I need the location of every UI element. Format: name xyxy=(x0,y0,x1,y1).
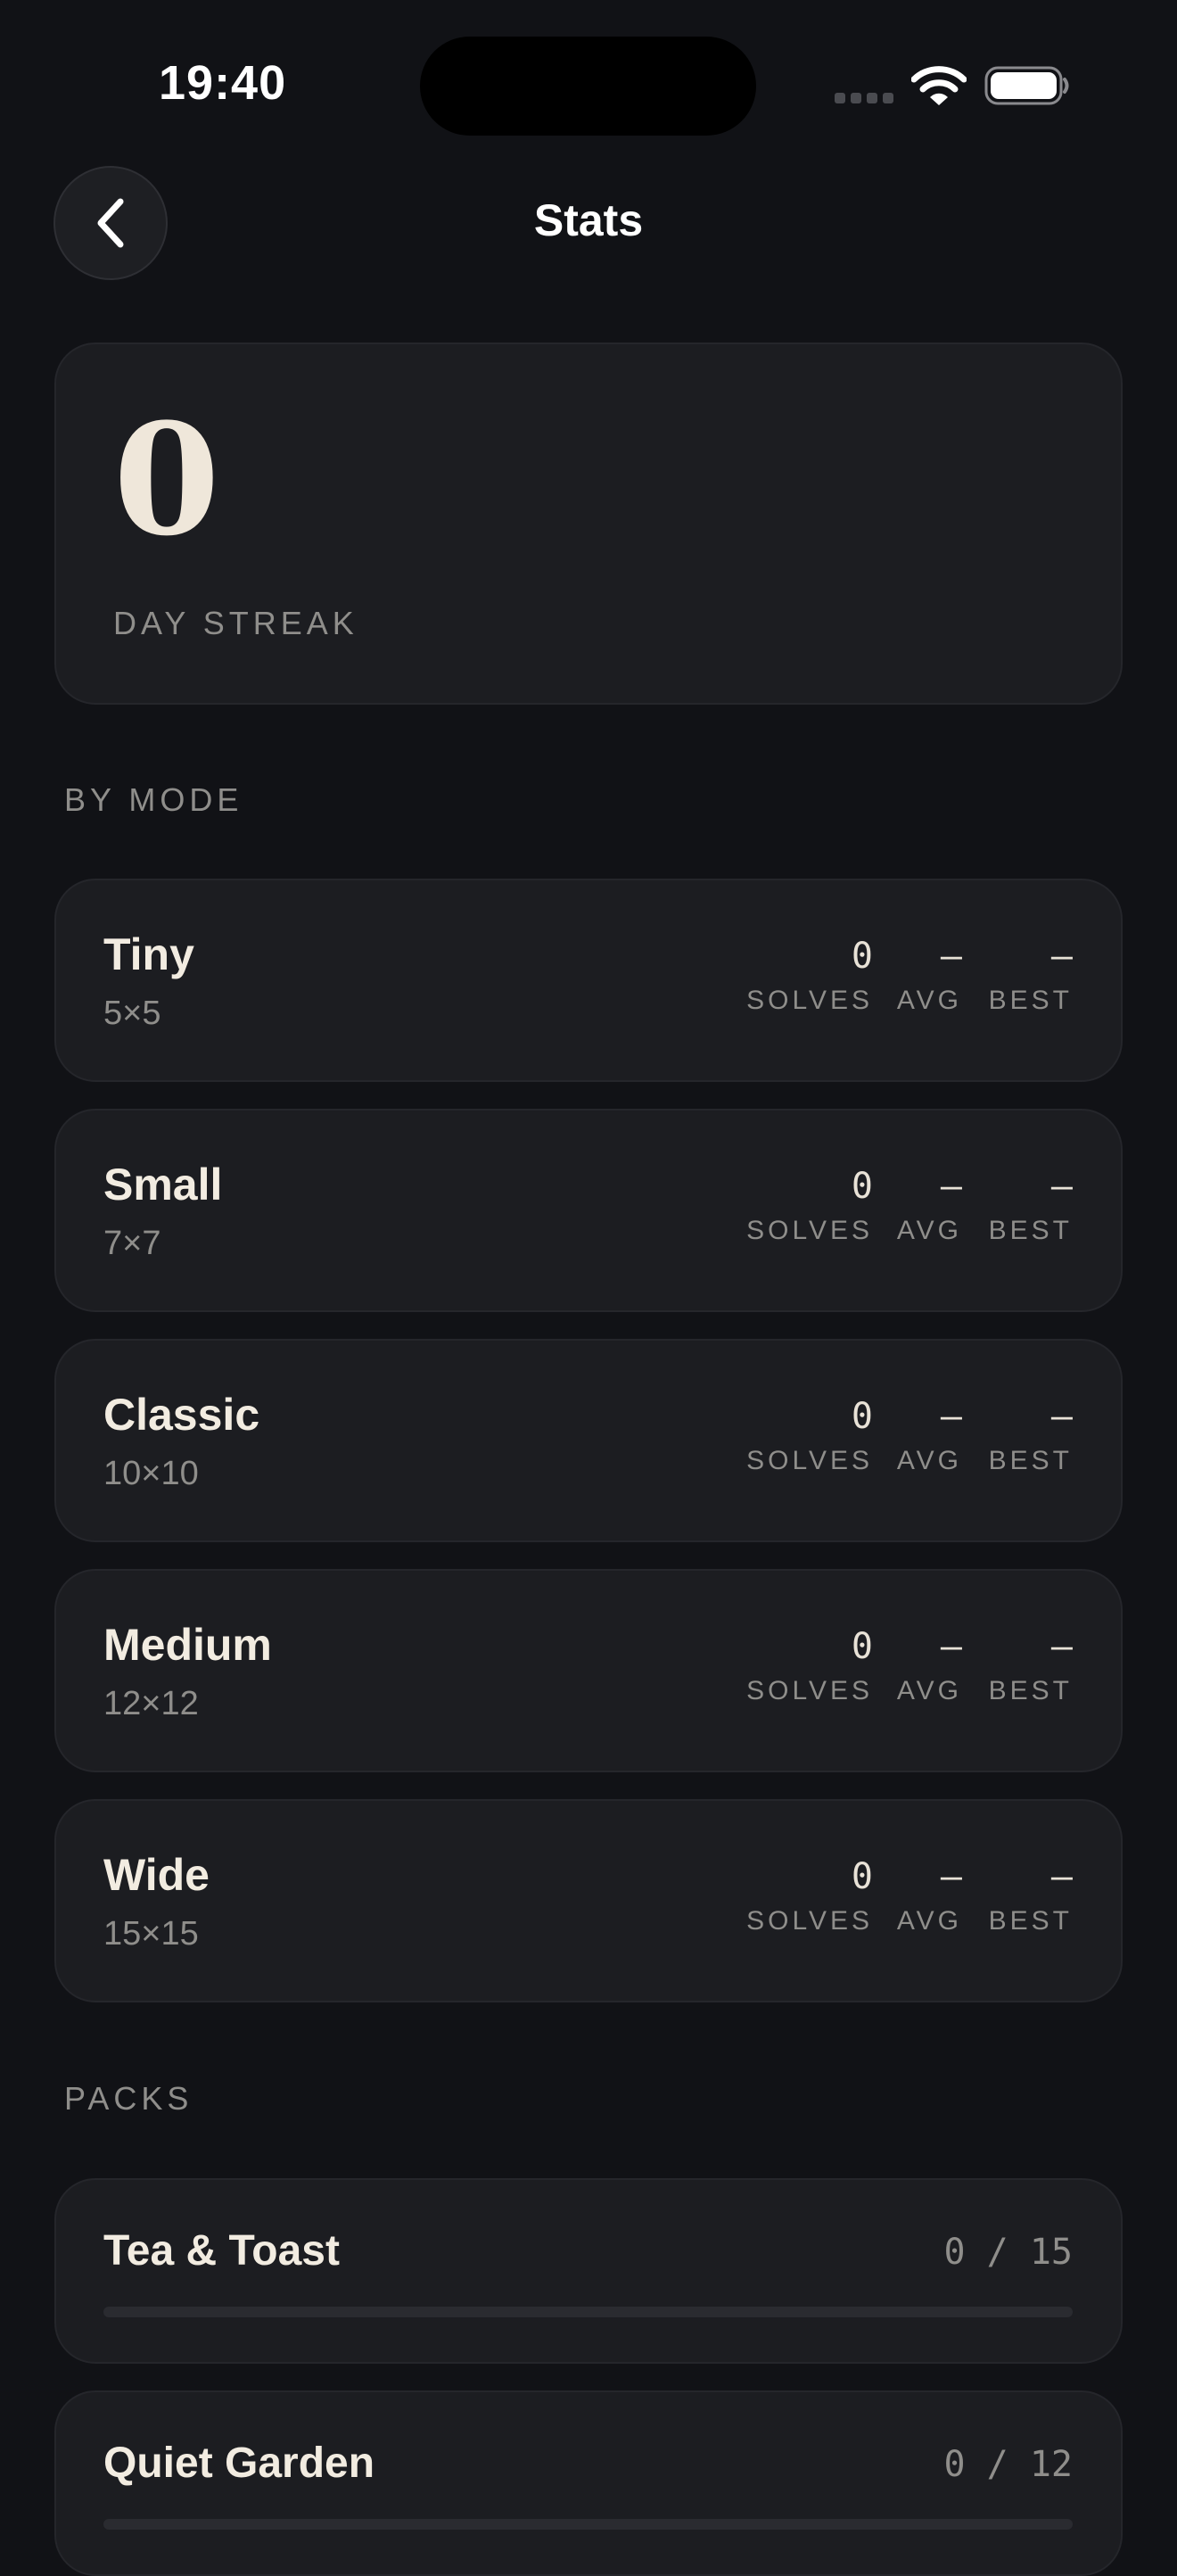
streak-value: 0 xyxy=(113,389,220,570)
stat-label: BEST xyxy=(988,1676,1073,1705)
status-time: 19:40 xyxy=(159,56,287,110)
pack-progress-bar xyxy=(103,2307,1073,2317)
stat-value: — xyxy=(1050,1626,1073,1667)
mode-card-small: Small 7×7 0 SOLVES — AVG — BEST xyxy=(54,1109,1123,1312)
stat-avg: — AVG xyxy=(897,1396,962,1476)
stat-label: AVG xyxy=(896,986,962,1015)
mode-name: Classic xyxy=(103,1390,260,1440)
stat-value: — xyxy=(940,1856,962,1897)
dynamic-island xyxy=(420,37,756,136)
streak-label: DAY STREAK xyxy=(113,605,358,641)
stat-value: — xyxy=(1050,1166,1073,1207)
stat-value: — xyxy=(1050,936,1073,977)
stat-label: SOLVES xyxy=(746,986,873,1015)
mode-card-medium: Medium 12×12 0 SOLVES — AVG — BEST xyxy=(54,1569,1123,1772)
pack-card-quiet-garden[interactable]: Quiet Garden 0 / 12 xyxy=(54,2390,1123,2576)
battery-icon xyxy=(984,66,1069,105)
stat-label: SOLVES xyxy=(746,1216,873,1245)
mode-name: Small xyxy=(103,1160,223,1210)
stat-value: 0 xyxy=(851,1396,873,1437)
stat-label: SOLVES xyxy=(746,1676,873,1705)
stat-solves: 0 SOLVES xyxy=(746,936,873,1016)
stat-label: BEST xyxy=(988,1446,1073,1475)
mode-card-wide: Wide 15×15 0 SOLVES — AVG — BEST xyxy=(54,1799,1123,2002)
mode-name: Medium xyxy=(103,1620,272,1670)
stat-value: — xyxy=(1050,1396,1073,1437)
wifi-icon xyxy=(911,66,967,105)
stat-label: BEST xyxy=(988,1906,1073,1936)
section-heading-packs: PACKS xyxy=(64,2080,193,2117)
mode-size: 15×15 xyxy=(103,1915,199,1953)
mode-size: 7×7 xyxy=(103,1225,161,1262)
stat-value: — xyxy=(940,1626,962,1667)
stat-best: — BEST xyxy=(989,936,1073,1016)
stat-label: AVG xyxy=(896,1216,962,1245)
pack-progress-bar xyxy=(103,2519,1073,2530)
stat-avg: — AVG xyxy=(897,1856,962,1936)
stat-label: AVG xyxy=(896,1906,962,1936)
mode-card-classic: Classic 10×10 0 SOLVES — AVG — BEST xyxy=(54,1339,1123,1542)
stat-solves: 0 SOLVES xyxy=(746,1166,873,1246)
stat-value: — xyxy=(940,1396,962,1437)
streak-card: 0 DAY STREAK xyxy=(54,343,1123,705)
pack-progress-text: 0 / 15 xyxy=(943,2232,1074,2273)
stat-best: — BEST xyxy=(989,1856,1073,1936)
stat-value: 0 xyxy=(851,1856,873,1897)
stat-label: AVG xyxy=(896,1446,962,1475)
stat-value: 0 xyxy=(851,1626,873,1667)
stat-value: — xyxy=(940,936,962,977)
section-heading-by-mode: BY MODE xyxy=(64,781,243,818)
stat-value: — xyxy=(940,1166,962,1207)
stat-avg: — AVG xyxy=(897,1166,962,1246)
pack-name: Tea & Toast xyxy=(103,2227,340,2275)
stat-label: BEST xyxy=(988,986,1073,1015)
stat-label: SOLVES xyxy=(746,1906,873,1936)
stat-value: 0 xyxy=(851,936,873,977)
stat-avg: — AVG xyxy=(897,936,962,1016)
mode-size: 10×10 xyxy=(103,1455,199,1492)
stat-label: AVG xyxy=(896,1676,962,1705)
stat-value: — xyxy=(1050,1856,1073,1897)
stat-solves: 0 SOLVES xyxy=(746,1856,873,1936)
stat-avg: — AVG xyxy=(897,1626,962,1706)
pack-progress-text: 0 / 12 xyxy=(943,2444,1074,2485)
mode-name: Tiny xyxy=(103,929,194,979)
mode-size: 5×5 xyxy=(103,995,161,1032)
pack-name: Quiet Garden xyxy=(103,2440,375,2487)
stat-best: — BEST xyxy=(989,1626,1073,1706)
pack-card-tea-and-toast[interactable]: Tea & Toast 0 / 15 xyxy=(54,2178,1123,2364)
mode-name: Wide xyxy=(103,1850,210,1900)
page-title: Stats xyxy=(533,195,644,245)
stat-solves: 0 SOLVES xyxy=(746,1396,873,1476)
status-bar: 19:40 xyxy=(0,0,1177,152)
stat-best: — BEST xyxy=(989,1396,1073,1476)
mode-size: 12×12 xyxy=(103,1685,199,1722)
stat-label: BEST xyxy=(988,1216,1073,1245)
mode-card-tiny: Tiny 5×5 0 SOLVES — AVG — BEST xyxy=(54,879,1123,1082)
signal-icon xyxy=(835,93,895,103)
stat-best: — BEST xyxy=(989,1166,1073,1246)
stat-value: 0 xyxy=(851,1166,873,1207)
stat-label: SOLVES xyxy=(746,1446,873,1475)
stat-solves: 0 SOLVES xyxy=(746,1626,873,1706)
